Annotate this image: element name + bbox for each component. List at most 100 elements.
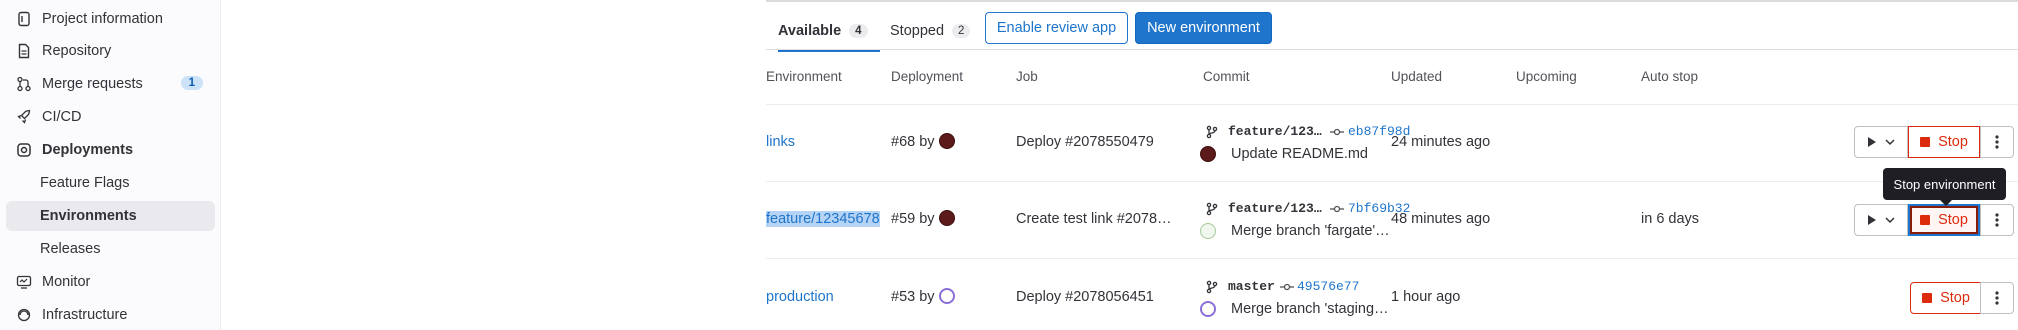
branch-icon bbox=[1206, 202, 1218, 216]
stop-environment-button[interactable]: Stop bbox=[1908, 204, 1980, 236]
new-environment-button[interactable]: New environment bbox=[1135, 12, 1272, 44]
kebab-icon bbox=[1995, 135, 1999, 149]
branch-icon bbox=[1206, 280, 1218, 294]
commit-icon bbox=[1330, 128, 1344, 136]
sidebar-item-releases[interactable]: Releases bbox=[6, 234, 215, 264]
kebab-icon bbox=[1995, 291, 1999, 305]
deploy-actions-dropdown[interactable] bbox=[1854, 204, 1908, 236]
sidebar-item-monitor[interactable]: Monitor bbox=[6, 267, 215, 297]
top-divider bbox=[766, 0, 2018, 2]
sidebar-item-environments[interactable]: Environments bbox=[6, 201, 215, 231]
sidebar-item-label: Environments bbox=[40, 208, 137, 224]
tab-count-badge: 2 bbox=[952, 24, 971, 38]
job-link[interactable]: Deploy #2078056451 bbox=[1016, 289, 1154, 305]
deployment-cell: #59 by bbox=[891, 210, 955, 227]
environment-link[interactable]: production bbox=[766, 289, 834, 305]
column-header-environment: Environment bbox=[766, 69, 842, 84]
sidebar-item-label: Deployments bbox=[42, 142, 134, 158]
row-divider bbox=[766, 181, 2018, 182]
avatar[interactable] bbox=[938, 133, 955, 150]
tab-stopped[interactable]: Stopped 2 bbox=[890, 12, 971, 50]
sidebar-item-deployments[interactable]: Deployments bbox=[6, 135, 215, 165]
avatar[interactable] bbox=[938, 210, 955, 227]
row-divider bbox=[766, 258, 2018, 259]
play-icon bbox=[1868, 215, 1876, 225]
sidebar-item-repository[interactable]: Repository bbox=[6, 36, 215, 66]
sidebar-item-infrastructure[interactable]: Infrastructure bbox=[6, 300, 215, 330]
tabs-divider bbox=[766, 49, 2018, 50]
branch-icon bbox=[1206, 125, 1218, 139]
commit-message-link[interactable]: Update README.md bbox=[1231, 146, 1368, 162]
sidebar-item-ci-cd[interactable]: CI/CD bbox=[6, 102, 215, 132]
kebab-icon bbox=[1995, 213, 1999, 227]
column-header-auto-stop: Auto stop bbox=[1641, 69, 1699, 84]
stop-label: Stop bbox=[1940, 290, 1970, 306]
sidebar-item-label: Monitor bbox=[42, 274, 91, 290]
tab-label: Stopped bbox=[890, 23, 945, 39]
more-actions-button[interactable] bbox=[1980, 204, 2014, 236]
deployment-cell: #68 by bbox=[891, 133, 955, 150]
environment-link[interactable]: feature/12345678 bbox=[766, 211, 880, 227]
tab-label: Available bbox=[778, 23, 842, 39]
branch-name[interactable]: feature/123… bbox=[1228, 201, 1322, 216]
chevron-down-icon bbox=[1885, 139, 1895, 146]
commit-message-link[interactable]: Merge branch 'fargate'… bbox=[1231, 223, 1390, 239]
stop-environment-tooltip: Stop environment bbox=[1883, 168, 2006, 200]
chevron-down-icon bbox=[1885, 217, 1895, 224]
stop-environment-button[interactable]: Stop bbox=[1910, 282, 1982, 314]
merge-requests-count-badge: 1 bbox=[180, 76, 203, 90]
sidebar-item-label: Feature Flags bbox=[40, 175, 130, 191]
commit-icon bbox=[1280, 283, 1294, 291]
updated-time: 1 hour ago bbox=[1391, 289, 1461, 305]
updated-time: 48 minutes ago bbox=[1391, 211, 1491, 227]
sidebar-item-label: CI/CD bbox=[42, 109, 82, 125]
rocket-icon bbox=[16, 109, 32, 125]
commit-sha-link[interactable]: 49576e77 bbox=[1297, 279, 1359, 294]
updated-time: 24 minutes ago bbox=[1391, 134, 1491, 150]
avatar[interactable] bbox=[938, 288, 955, 305]
enable-review-app-button[interactable]: Enable review app bbox=[985, 12, 1128, 44]
deploy-actions-dropdown[interactable] bbox=[1854, 126, 1908, 158]
commit-icon bbox=[1330, 205, 1344, 213]
row-divider bbox=[766, 104, 2018, 105]
play-icon bbox=[1868, 137, 1876, 147]
environment-link[interactable]: links bbox=[766, 134, 795, 150]
stop-icon bbox=[1920, 137, 1931, 147]
stop-label: Stop bbox=[1938, 212, 1968, 228]
merge-request-icon bbox=[16, 76, 32, 92]
sidebar-item-merge-requests[interactable]: Merge requests 1 bbox=[6, 69, 215, 99]
job-link[interactable]: Deploy #2078550479 bbox=[1016, 134, 1154, 150]
more-actions-button[interactable] bbox=[1980, 282, 2014, 314]
stop-environment-button[interactable]: Stop bbox=[1908, 126, 1980, 158]
infrastructure-icon bbox=[16, 307, 32, 323]
sidebar: Project information Repository Merge req… bbox=[0, 0, 221, 330]
sidebar-item-feature-flags[interactable]: Feature Flags bbox=[6, 168, 215, 198]
commit-author-avatar[interactable] bbox=[1200, 301, 1216, 317]
column-header-deployment: Deployment bbox=[891, 69, 964, 84]
deployment-cell: #53 by bbox=[891, 288, 955, 305]
sidebar-item-project-information[interactable]: Project information bbox=[6, 4, 215, 34]
sidebar-item-label: Repository bbox=[42, 43, 112, 59]
job-link[interactable]: Create test link #2078… bbox=[1016, 211, 1172, 227]
tab-count-badge: 4 bbox=[849, 24, 868, 38]
commit-message-link[interactable]: Merge branch 'staging… bbox=[1231, 301, 1389, 317]
sidebar-item-label: Infrastructure bbox=[42, 307, 128, 323]
sidebar-item-label: Releases bbox=[40, 241, 101, 257]
stop-label: Stop bbox=[1938, 134, 1968, 150]
deployment-number: #53 by bbox=[891, 289, 935, 305]
column-header-upcoming: Upcoming bbox=[1516, 69, 1577, 84]
column-header-updated: Updated bbox=[1391, 69, 1443, 84]
monitor-icon bbox=[16, 274, 32, 290]
stop-icon bbox=[1922, 293, 1933, 303]
deployments-icon bbox=[16, 142, 32, 158]
sidebar-item-label: Project information bbox=[42, 11, 163, 27]
commit-author-avatar[interactable] bbox=[1200, 146, 1216, 162]
column-header-job: Job bbox=[1016, 69, 1038, 84]
tab-available[interactable]: Available 4 bbox=[778, 12, 880, 52]
branch-name[interactable]: master bbox=[1228, 279, 1275, 294]
document-icon bbox=[16, 43, 32, 59]
more-actions-button[interactable] bbox=[1980, 126, 2014, 158]
branch-name[interactable]: feature/123… bbox=[1228, 124, 1322, 139]
commit-author-avatar[interactable] bbox=[1200, 223, 1216, 239]
deployment-number: #59 by bbox=[891, 211, 935, 227]
